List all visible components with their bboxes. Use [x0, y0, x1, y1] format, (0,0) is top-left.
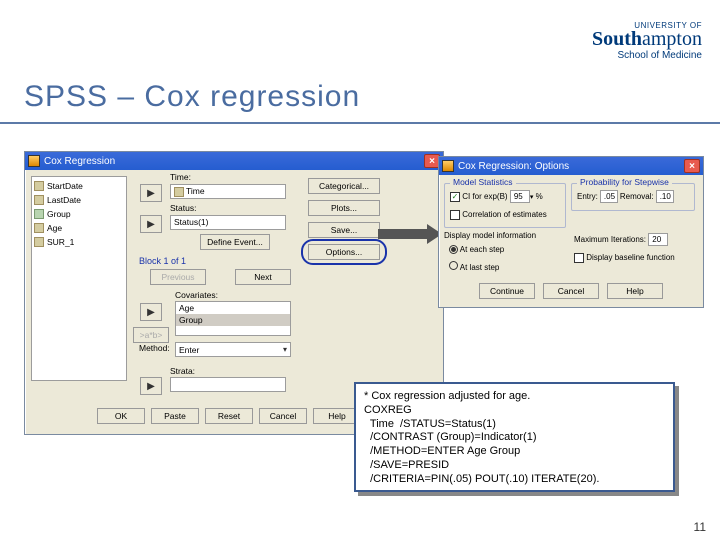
strata-field[interactable]	[170, 377, 286, 392]
page-number: 11	[694, 520, 706, 534]
reset-button[interactable]: Reset	[205, 408, 253, 424]
cox-options-dialog: Cox Regression: Options × Model Statisti…	[438, 156, 704, 308]
strata-label: Strata:	[170, 366, 195, 376]
removal-input[interactable]: .10	[656, 190, 674, 203]
variable-list[interactable]: StartDate LastDate Group Age SUR_1	[31, 176, 127, 381]
scale-icon	[34, 195, 44, 205]
nominal-icon	[34, 209, 44, 219]
move-status-button[interactable]: ▶	[140, 215, 162, 233]
previous-button[interactable]: Previous	[150, 269, 206, 285]
move-time-button[interactable]: ▶	[140, 184, 162, 202]
time-label: Time:	[170, 172, 191, 182]
method-select[interactable]: Enter▾	[175, 342, 291, 357]
group-label: Probability for Stepwise	[577, 177, 672, 187]
save-button[interactable]: Save...	[308, 222, 380, 238]
list-item: Group	[176, 314, 290, 326]
app-icon	[28, 155, 40, 167]
ci-checkbox[interactable]: ✓ CI for exp(B) 95▾ %	[450, 190, 543, 203]
max-iterations-label: Maximum Iterations: 20	[574, 233, 668, 246]
scale-icon	[34, 237, 44, 247]
display-model-info-label: Display model information	[444, 231, 536, 240]
list-item: Age	[176, 302, 290, 314]
uni-logo: UNIVERSITY OF Southampton School of Medi…	[592, 22, 702, 60]
cancel-button[interactable]: Cancel	[543, 283, 599, 299]
correlation-checkbox[interactable]: Correlation of estimates	[450, 210, 547, 220]
entry-input[interactable]: .05	[600, 190, 618, 203]
baseline-checkbox[interactable]: Display baseline function	[574, 253, 675, 263]
chevron-down-icon: ▾	[283, 345, 287, 354]
options-button[interactable]: Options...	[308, 244, 380, 260]
ok-button[interactable]: OK	[97, 408, 145, 424]
dialog-titlebar[interactable]: Cox Regression ×	[25, 152, 443, 170]
model-statistics-group: Model Statistics ✓ CI for exp(B) 95▾ % C…	[444, 183, 566, 228]
group-label: Model Statistics	[450, 177, 516, 187]
status-field[interactable]: Status(1)	[170, 215, 286, 230]
move-strata-button[interactable]: ▶	[140, 377, 162, 395]
dialog-titlebar[interactable]: Cox Regression: Options ×	[439, 157, 703, 175]
interaction-button[interactable]: >a*b>	[133, 327, 169, 343]
paste-button[interactable]: Paste	[151, 408, 199, 424]
app-icon	[442, 160, 454, 172]
probability-stepwise-group: Probability for Stepwise Entry:.05 Remov…	[571, 183, 695, 211]
help-button[interactable]: Help	[607, 283, 663, 299]
categorical-button[interactable]: Categorical...	[308, 178, 380, 194]
define-event-button[interactable]: Define Event...	[200, 234, 270, 250]
continue-button[interactable]: Continue	[479, 283, 535, 299]
list-item: StartDate	[34, 179, 124, 193]
entry-removal-row: Entry:.05 Removal:.10	[577, 190, 674, 203]
logo-sub: School of Medicine	[592, 51, 702, 61]
list-item: LastDate	[34, 193, 124, 207]
scale-icon	[34, 223, 44, 233]
cancel-button[interactable]: Cancel	[259, 408, 307, 424]
scale-icon	[174, 187, 184, 197]
dialog-title: Cox Regression: Options	[458, 161, 684, 172]
title-underline	[0, 122, 720, 124]
list-item: SUR_1	[34, 235, 124, 249]
method-label: Method:	[139, 343, 170, 353]
block-title: Block 1 of 1	[139, 256, 186, 266]
arrow-icon	[378, 224, 442, 244]
max-iterations-input[interactable]: 20	[648, 233, 668, 246]
syntax-box: * Cox regression adjusted for age. COXRE…	[354, 382, 675, 492]
status-label: Status:	[170, 203, 196, 213]
dialog-title: Cox Regression	[44, 156, 424, 167]
logo-main: Southampton	[592, 30, 702, 49]
list-item: Age	[34, 221, 124, 235]
move-covariate-button[interactable]: ▶	[140, 303, 162, 321]
list-item: Group	[34, 207, 124, 221]
plots-button[interactable]: Plots...	[308, 200, 380, 216]
close-icon[interactable]: ×	[684, 159, 700, 173]
syntax-text: * Cox regression adjusted for age. COXRE…	[354, 382, 675, 492]
scale-icon	[34, 181, 44, 191]
each-step-radio[interactable]: At each step	[449, 245, 504, 254]
covariates-list[interactable]: Age Group	[175, 301, 291, 336]
last-step-radio[interactable]: At last step	[449, 261, 499, 272]
next-button[interactable]: Next	[235, 269, 291, 285]
covariates-label: Covariates:	[175, 290, 218, 300]
page-title: SPSS – Cox regression	[24, 80, 360, 114]
time-field[interactable]: Time	[170, 184, 286, 199]
